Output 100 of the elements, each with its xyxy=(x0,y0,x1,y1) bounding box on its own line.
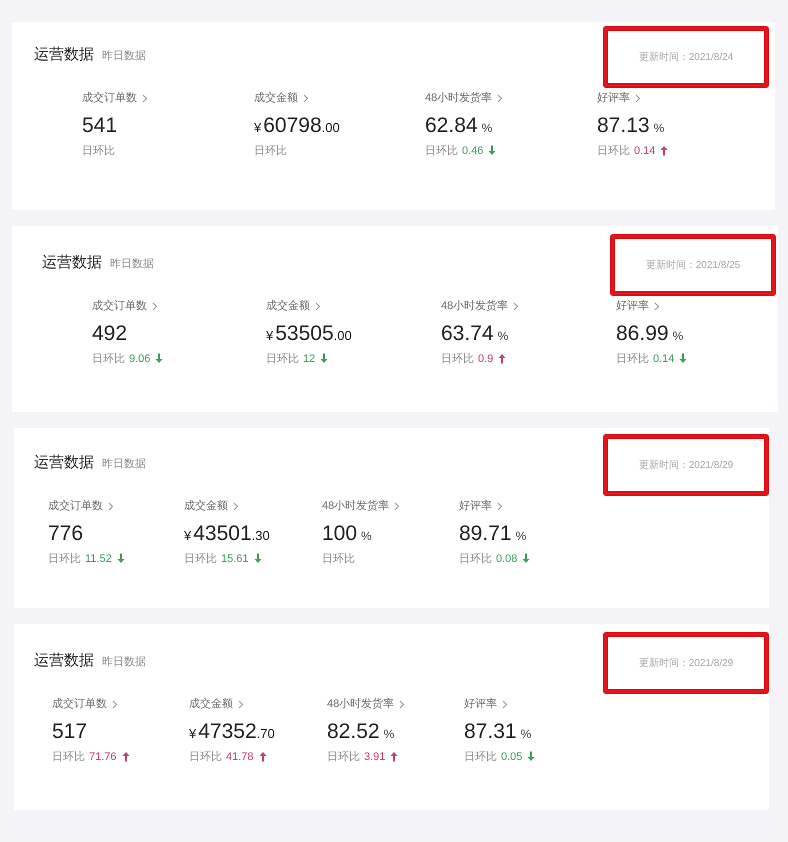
chevron-right-icon xyxy=(399,700,406,709)
change-label: 日环比 xyxy=(254,144,287,158)
change-value: 15.61 xyxy=(221,552,249,566)
chevron-right-icon xyxy=(513,302,520,311)
metric-decimals: .00 xyxy=(322,118,340,136)
change-value: 0.14 xyxy=(653,352,674,366)
metric-label[interactable]: 成交金额 xyxy=(189,696,233,712)
metric-unit: % xyxy=(361,528,372,544)
metric-value: 62.84 xyxy=(425,112,478,138)
metric-value: 63.74 xyxy=(441,320,494,346)
change-label: 日环比 xyxy=(425,144,458,158)
metric-label[interactable]: 好评率 xyxy=(597,90,630,106)
metric-unit: % xyxy=(498,328,508,344)
change-label: 日环比 xyxy=(322,552,355,566)
metric-decimals: .30 xyxy=(252,526,270,544)
currency-symbol: ¥ xyxy=(266,326,274,344)
change-value: 12 xyxy=(303,352,316,366)
metric-label[interactable]: 成交订单数 xyxy=(48,498,103,514)
change-label: 日环比 xyxy=(189,750,222,764)
card-title: 运营数据 xyxy=(34,453,94,473)
change-label: 日环比 xyxy=(48,552,81,566)
metric-label[interactable]: 好评率 xyxy=(459,498,492,514)
metric-value: 517 xyxy=(52,718,88,744)
update-time: 更新时间：2021/8/29 xyxy=(638,656,734,670)
chevron-right-icon xyxy=(142,94,148,103)
metric-value: 47352 xyxy=(198,718,257,744)
change-label: 日环比 xyxy=(327,750,360,764)
change-label: 日环比 xyxy=(597,144,630,158)
change-value: 0.14 xyxy=(634,144,656,158)
change-value: 71.76 xyxy=(89,750,117,764)
metric-label[interactable]: 48小时发货率 xyxy=(425,90,492,106)
metric-value: 776 xyxy=(48,520,84,546)
metric-value: 100 xyxy=(322,520,358,546)
metric-unit: % xyxy=(672,328,684,344)
chevron-right-icon xyxy=(233,502,239,511)
update-time: 更新时间：2021/8/24 xyxy=(638,50,734,64)
card-subtitle: 昨日数据 xyxy=(102,655,146,670)
change-value: 0.9 xyxy=(478,352,494,366)
currency-symbol: ¥ xyxy=(254,118,262,136)
card-title: 运营数据 xyxy=(34,651,94,671)
chevron-right-icon xyxy=(238,700,244,709)
chevron-right-icon xyxy=(315,302,321,311)
metric-value: 53505 xyxy=(275,320,334,346)
metric-value: 43501 xyxy=(193,520,252,546)
change-value: 9.06 xyxy=(129,352,150,366)
chevron-right-icon xyxy=(502,700,508,709)
metric-decimals: .00 xyxy=(334,326,352,344)
chevron-right-icon xyxy=(497,94,504,103)
change-value: 0.46 xyxy=(462,144,484,158)
metric-label[interactable]: 好评率 xyxy=(616,298,649,314)
metric-label[interactable]: 48小时发货率 xyxy=(441,298,508,314)
metric-label[interactable]: 48小时发货率 xyxy=(327,696,394,712)
chevron-right-icon xyxy=(497,502,503,511)
card-subtitle: 昨日数据 xyxy=(102,457,146,472)
metric-label[interactable]: 成交订单数 xyxy=(52,696,107,712)
metric-label[interactable]: 48小时发货率 xyxy=(322,498,390,514)
metric-unit: % xyxy=(654,120,664,136)
chevron-right-icon xyxy=(152,302,158,311)
metric-value: 87.31 xyxy=(464,718,517,744)
currency-symbol: ¥ xyxy=(189,724,196,742)
update-time: 更新时间：2021/8/29 xyxy=(638,458,734,472)
metric-unit: % xyxy=(520,726,532,742)
change-label: 日环比 xyxy=(459,552,492,566)
metric-value: 541 xyxy=(82,112,118,138)
chevron-right-icon xyxy=(635,94,641,103)
change-label: 日环比 xyxy=(184,552,217,566)
card-subtitle: 昨日数据 xyxy=(110,257,154,272)
currency-symbol: ¥ xyxy=(184,526,192,544)
metric-label[interactable]: 成交金额 xyxy=(184,498,228,514)
metric-label[interactable]: 成交金额 xyxy=(254,90,298,106)
chevron-right-icon xyxy=(108,502,114,511)
metric-value: 89.71 xyxy=(459,520,512,546)
chevron-right-icon xyxy=(112,700,118,709)
change-value: 41.78 xyxy=(226,750,254,764)
metric-decimals: .70 xyxy=(256,724,275,742)
change-value: 0.08 xyxy=(496,552,518,566)
chevron-right-icon xyxy=(303,94,309,103)
change-label: 日环比 xyxy=(616,352,649,366)
card-title: 运营数据 xyxy=(42,253,102,273)
change-value: 3.91 xyxy=(364,750,386,764)
change-label: 日环比 xyxy=(92,352,125,366)
change-value: 0.05 xyxy=(501,750,522,764)
metric-unit: % xyxy=(482,120,492,136)
metric-unit: % xyxy=(384,726,394,742)
metric-value: 86.99 xyxy=(616,320,669,346)
change-label: 日环比 xyxy=(441,352,474,366)
metric-label[interactable]: 成交金额 xyxy=(266,298,310,314)
change-label: 日环比 xyxy=(52,750,85,764)
change-label: 日环比 xyxy=(464,750,497,764)
metric-label[interactable]: 成交订单数 xyxy=(92,298,147,314)
card-subtitle: 昨日数据 xyxy=(102,49,146,64)
metric-value: 87.13 xyxy=(597,112,650,138)
chevron-right-icon xyxy=(654,302,660,311)
metric-label[interactable]: 好评率 xyxy=(464,696,497,712)
metric-value: 60798 xyxy=(263,112,322,138)
update-time: 更新时间：2021/8/25 xyxy=(646,258,740,272)
metric-value: 82.52 xyxy=(327,718,380,744)
metric-unit: % xyxy=(516,528,526,544)
change-value: 11.52 xyxy=(85,552,112,566)
metric-label[interactable]: 成交订单数 xyxy=(82,90,137,106)
